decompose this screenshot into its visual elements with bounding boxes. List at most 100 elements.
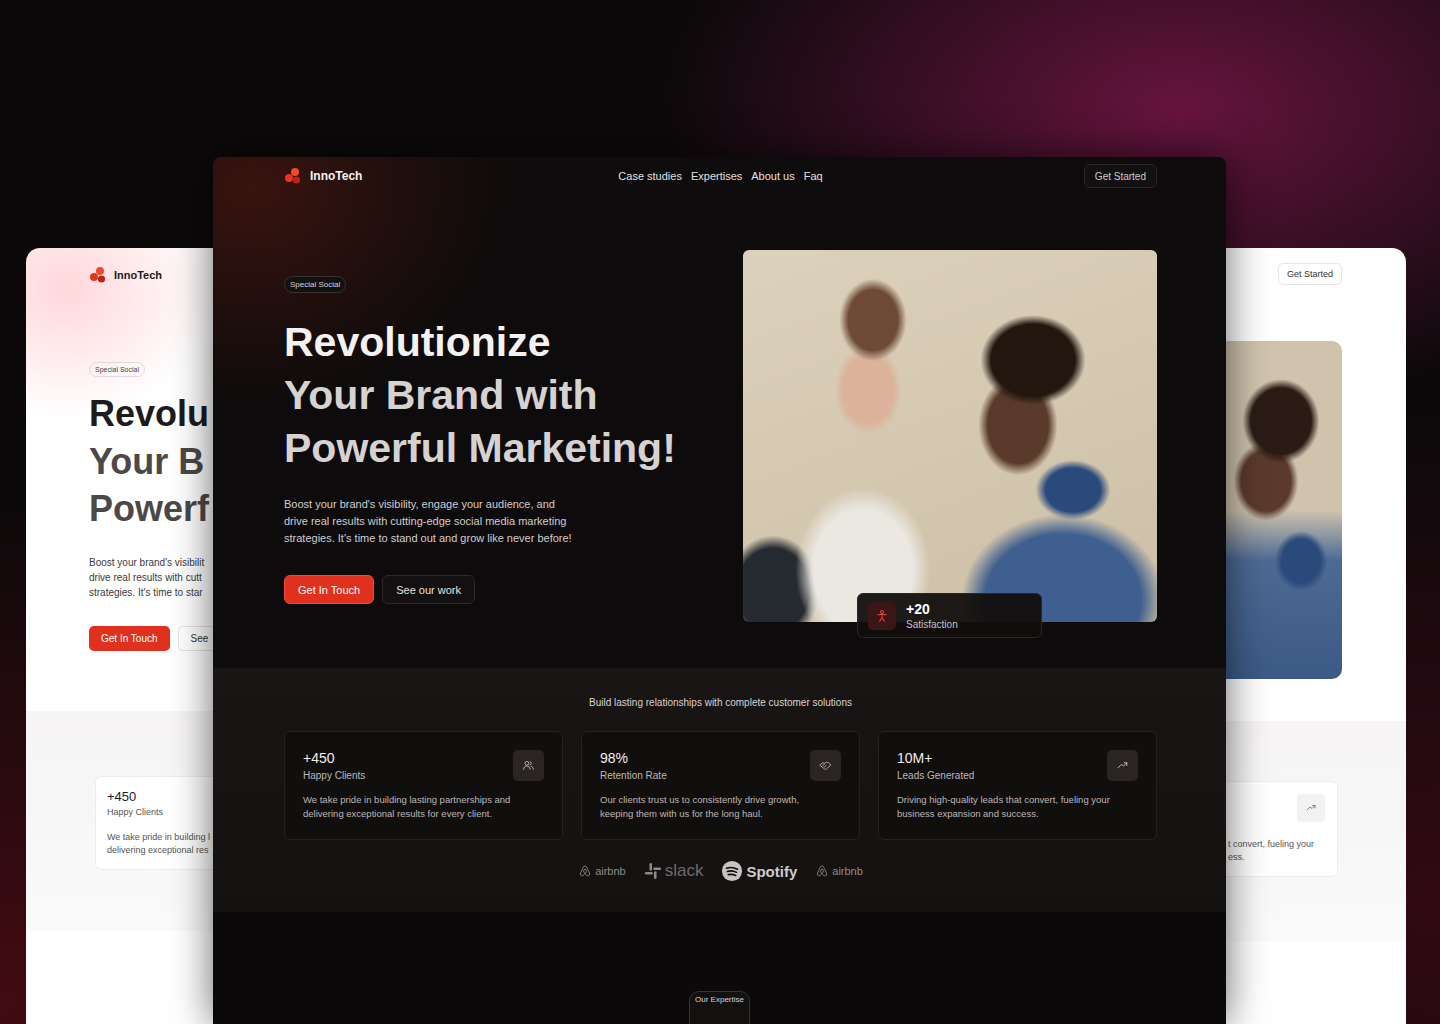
handshake-icon xyxy=(810,750,841,781)
nav-link[interactable]: Faq xyxy=(804,170,823,182)
dark-preview: InnoTech Case studies Expertises About us Fa… xyxy=(213,157,1226,1024)
nav-link[interactable]: Case studies xyxy=(618,170,682,182)
body-line: drive real results with cutting-edge soc… xyxy=(284,513,724,530)
body-line: strategies. It's time to star xyxy=(89,585,213,600)
trend-icon xyxy=(1107,750,1138,781)
stat-text-line: business expansion and success. xyxy=(897,807,1138,821)
stat-cards: +450 Happy Clients We take pride in buildi… xyxy=(284,731,1157,840)
body-line: drive real results with cutt xyxy=(89,570,213,585)
airbnb-icon xyxy=(578,864,592,878)
stat-text-line: Driving high-quality leads that convert,… xyxy=(897,793,1138,807)
partner-logos: airbnb slack Spotify airbnb xyxy=(284,860,1157,882)
nav-links: Case studies Expertises About us Faq xyxy=(618,170,822,182)
stat-text-line: ess. xyxy=(1228,851,1325,864)
partner-name: airbnb xyxy=(832,865,863,877)
badge: Special Social xyxy=(89,362,145,377)
trend-icon xyxy=(1297,794,1325,822)
partner-logo: Spotify xyxy=(721,860,797,882)
get-started-button[interactable]: Get Started xyxy=(1278,263,1342,285)
stats-section: Build lasting relationships with complet… xyxy=(213,668,1226,912)
logo-icon xyxy=(89,266,107,284)
stat-card: +450 Happy Clients We take pride in buildi… xyxy=(284,731,563,840)
stat-icon-row xyxy=(1228,794,1325,822)
stat-value: +450 xyxy=(107,789,213,804)
stat-text: Our clients trust us to consistently dri… xyxy=(600,793,841,821)
stat-heading: 98% Retention Rate xyxy=(600,750,667,781)
headline-line: Your B xyxy=(89,438,213,486)
satisfaction-label: Satisfaction xyxy=(906,619,958,630)
header: Get Started xyxy=(1226,248,1406,285)
stats-section: +450 Happy Clients We take pride in buildi… xyxy=(26,711,213,931)
brand[interactable]: InnoTech xyxy=(89,266,213,284)
get-in-touch-button[interactable]: Get In Touch xyxy=(89,626,170,651)
get-in-touch-button[interactable]: Get In Touch xyxy=(284,575,374,604)
stat-text-line: We take pride in building l xyxy=(107,831,213,844)
stat-card: +450 Happy Clients We take pride in buildi… xyxy=(95,776,213,870)
brand[interactable]: InnoTech xyxy=(284,167,618,185)
stat-heading: +450 Happy Clients xyxy=(303,750,365,781)
headline-line: Revolutionize xyxy=(284,316,724,369)
stat-label: Happy Clients xyxy=(107,807,213,817)
see-work-button[interactable]: See our work xyxy=(382,575,475,604)
users-icon xyxy=(513,750,544,781)
section-badge: Our Expertise xyxy=(689,991,750,1024)
stat-card-header: +450 Happy Clients xyxy=(303,750,544,781)
headline: RevoluYour BPowerf xyxy=(89,390,213,533)
slack-icon xyxy=(644,862,662,880)
partner-name: airbnb xyxy=(595,865,626,877)
stat-card: t convert, fueling youress. xyxy=(1226,781,1338,877)
body-line: Boost your brand's visibilit xyxy=(89,555,213,570)
stat-text-line: Our clients trust us to consistently dri… xyxy=(600,793,841,807)
hero-photo xyxy=(1226,341,1342,679)
stats-section: t convert, fueling youress. xyxy=(1226,721,1406,941)
get-started-button[interactable]: Get Started xyxy=(1084,164,1157,188)
stat-value: 98% xyxy=(600,750,667,766)
see-work-button[interactable]: See xyxy=(178,626,213,651)
partner-logo: airbnb xyxy=(578,864,626,878)
person-icon xyxy=(868,602,896,630)
stat-text-line: delivering exceptional res xyxy=(107,844,213,857)
hero-text: Special Social RevolutionizeYour Brand wi… xyxy=(284,250,724,622)
nav-link[interactable]: About us xyxy=(751,170,794,182)
partner-name: slack xyxy=(665,861,704,881)
stat-card: 10M+Leads Generated Driving high-quality … xyxy=(878,731,1157,840)
satisfaction-badge: +20 Satisfaction xyxy=(857,593,1042,638)
cta-wrap: Get Started xyxy=(823,164,1157,188)
light-preview-left: InnoTech Special Social RevoluYour BPowerf… xyxy=(26,248,213,1024)
stat-card: 98% Retention Rate Our clients trust us to… xyxy=(581,731,860,840)
button-row: Get In Touch See our work xyxy=(284,575,724,604)
stat-label: Retention Rate xyxy=(600,770,667,781)
navbar: InnoTech Case studies Expertises About us Fa… xyxy=(213,157,1226,195)
brand-name: InnoTech xyxy=(114,269,162,281)
satisfaction-value: +20 xyxy=(906,601,958,617)
nav-link[interactable]: Expertises xyxy=(691,170,742,182)
stat-value: +450 xyxy=(303,750,365,766)
stat-heading: 10M+Leads Generated xyxy=(897,750,974,781)
stat-text: We take pride in building lasting partne… xyxy=(303,793,544,821)
satisfaction-text: +20 Satisfaction xyxy=(906,601,958,630)
headline-line: Revolu xyxy=(89,390,213,438)
stat-card-header: 98% Retention Rate xyxy=(600,750,841,781)
hero: Special Social RevolutionizeYour Brand wi… xyxy=(213,250,1226,622)
stat-label: Happy Clients xyxy=(303,770,365,781)
brand-name: InnoTech xyxy=(310,169,362,183)
headline-line: Powerful Marketing! xyxy=(284,422,724,475)
light-preview-right: Get Started t convert, fueling youress. xyxy=(1226,248,1406,1024)
headline-line: Powerf xyxy=(89,485,213,533)
stats-title: Build lasting relationships with complet… xyxy=(284,697,1157,709)
partner-logo: slack xyxy=(644,861,704,881)
stat-text: We take pride in building ldelivering ex… xyxy=(107,831,213,857)
stat-text-line: delivering exceptional results for every… xyxy=(303,807,544,821)
stat-text-line: keeping them with us for the long haul. xyxy=(600,807,841,821)
showcase-canvas: InnoTechSpecial SocialRevoluYour BPowerf… xyxy=(0,0,1440,1024)
expertise-section: Our Expertise xyxy=(213,912,1226,1024)
stat-label: Leads Generated xyxy=(897,770,974,781)
headline: RevolutionizeYour Brand withPowerful Mar… xyxy=(284,316,724,475)
headline-line: Your Brand with xyxy=(284,369,724,422)
body-line: strategies. It's time to stand out and g… xyxy=(284,530,724,547)
badge: Special Social xyxy=(284,276,346,293)
stat-card-header: 10M+Leads Generated xyxy=(897,750,1138,781)
stat-text-line: t convert, fueling your xyxy=(1228,838,1325,851)
logo-icon xyxy=(284,167,302,185)
partner-name: Spotify xyxy=(746,863,797,880)
